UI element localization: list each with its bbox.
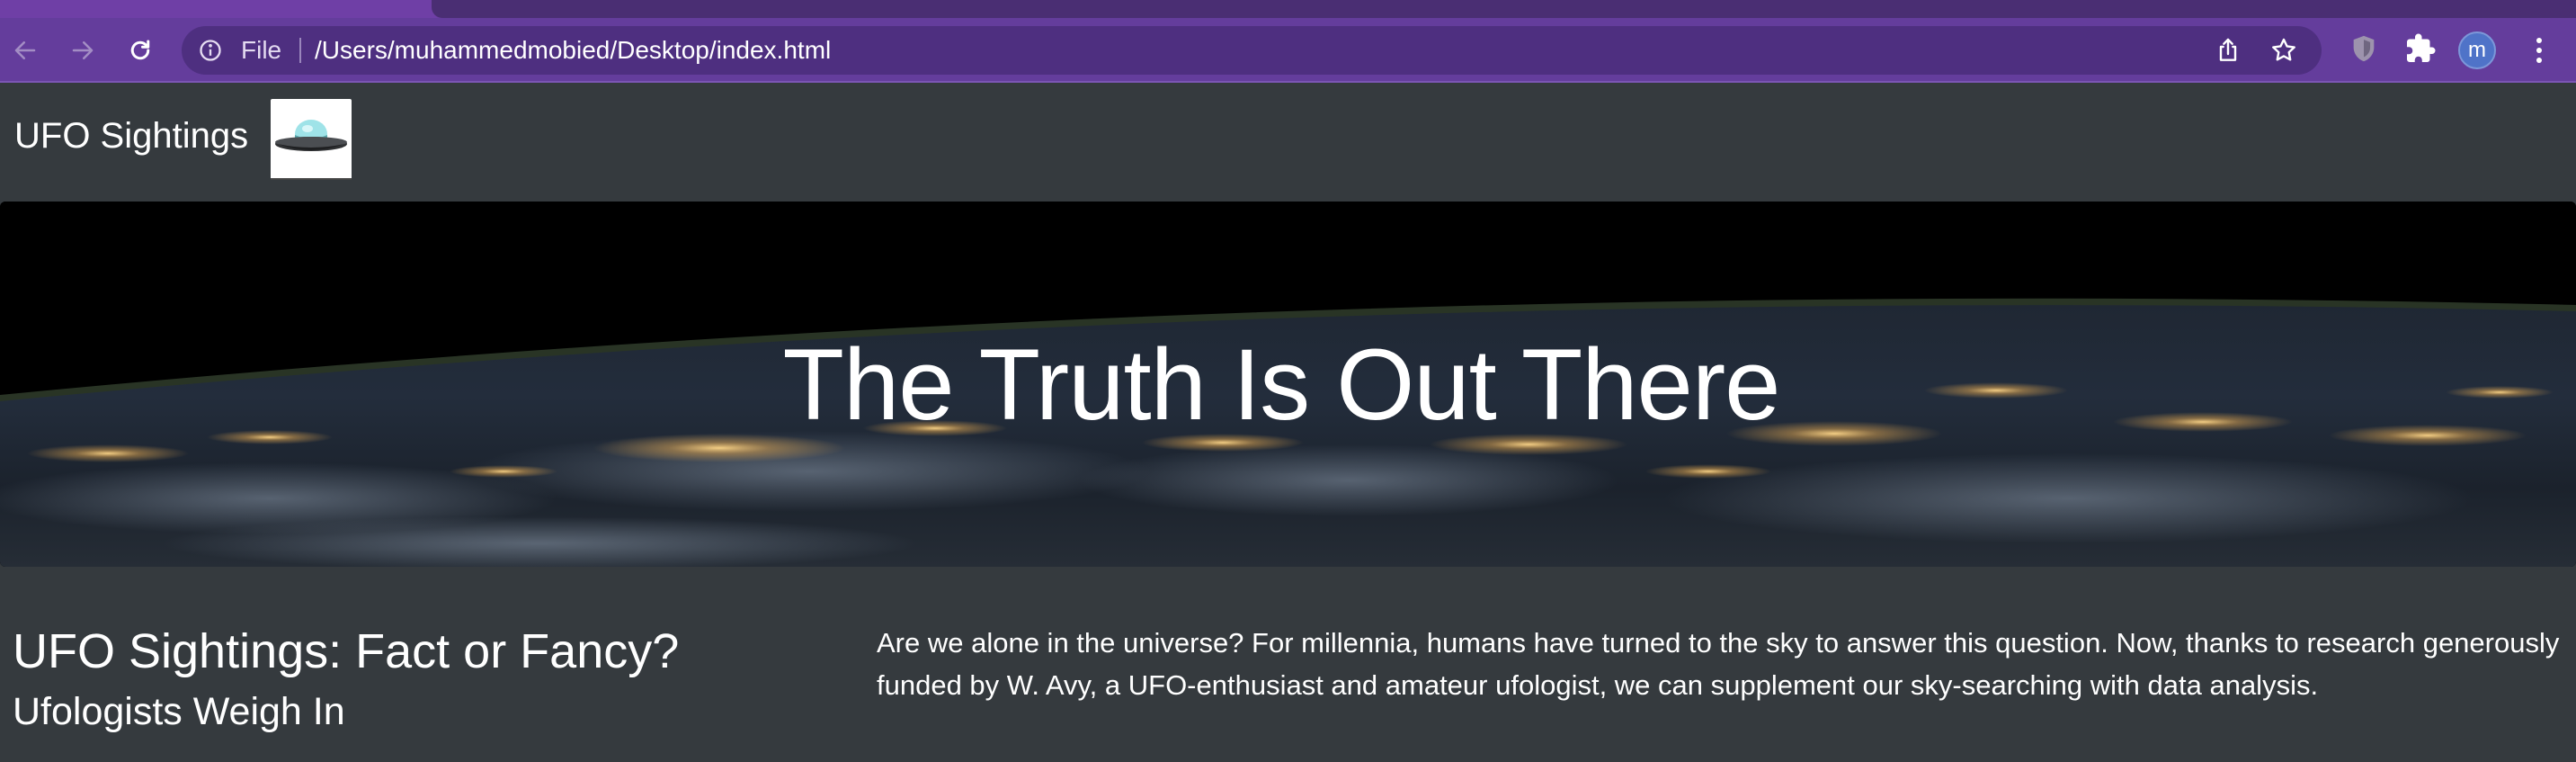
menu-icon[interactable] <box>2523 32 2555 68</box>
navbar-brand[interactable]: UFO Sightings <box>14 115 248 157</box>
forward-icon <box>72 41 94 59</box>
share-icon[interactable] <box>2214 36 2242 65</box>
hero-banner: The Truth Is Out There <box>0 202 2576 567</box>
back-icon <box>14 41 36 59</box>
hero-title: The Truth Is Out There <box>782 327 1781 441</box>
tab-strip <box>0 0 2576 18</box>
back-button[interactable] <box>5 31 45 70</box>
scheme-label: File <box>241 36 282 64</box>
url-text[interactable]: /Users/muhammedmobied/Desktop/index.html <box>315 26 831 75</box>
reload-button[interactable] <box>120 31 160 70</box>
omnibox-divider <box>299 38 301 63</box>
address-bar[interactable]: File /Users/muhammedmobied/Desktop/index… <box>182 26 2322 75</box>
active-tab[interactable] <box>432 0 2576 18</box>
star-icon[interactable] <box>2269 36 2298 65</box>
reload-icon <box>130 40 150 60</box>
section-subheading: Ufologists Weigh In <box>13 690 345 733</box>
profile-avatar[interactable]: m <box>2458 31 2496 69</box>
ufo-saucer-icon[interactable] <box>271 99 352 180</box>
intro-paragraph: Are we alone in the universe? For millen… <box>877 627 2560 701</box>
section-heading: UFO Sightings: Fact or Fancy? <box>13 624 680 678</box>
browser-toolbar: File /Users/muhammedmobied/Desktop/index… <box>0 18 2576 83</box>
info-icon[interactable] <box>198 38 223 63</box>
menu-dot <box>2536 38 2542 43</box>
puzzle-extensions-icon[interactable] <box>2404 32 2437 65</box>
forward-button[interactable] <box>63 31 103 70</box>
menu-dot <box>2536 58 2542 63</box>
page-content: UFO Sightings The Truth Is Out There UFO… <box>0 85 2576 762</box>
menu-dot <box>2536 48 2542 53</box>
shield-extension-icon[interactable] <box>2349 32 2379 65</box>
